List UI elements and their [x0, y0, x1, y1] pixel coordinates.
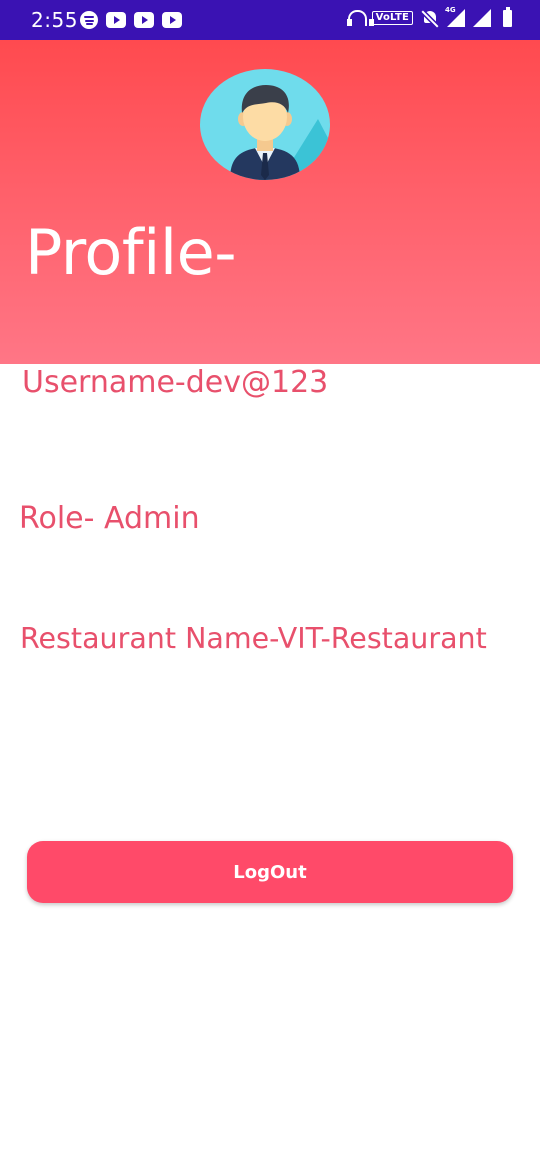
profile-header: Profile- [0, 40, 540, 364]
headset-icon [346, 9, 374, 27]
battery-icon [503, 6, 512, 27]
youtube-icon [162, 12, 182, 28]
status-indicators: VoLTE 4G [346, 6, 512, 27]
username-text: Username-dev@123 [22, 365, 329, 400]
signal-4g-icon: 4G [445, 6, 465, 27]
page-title: Profile- [25, 216, 237, 289]
volte-badge: VoLTE [371, 11, 413, 25]
spotify-icon [80, 11, 98, 29]
signal-icon [473, 9, 491, 27]
status-bar: 2:55 VoLTE 4G [0, 0, 540, 40]
user-avatar-icon [200, 69, 330, 180]
logout-button[interactable]: LogOut [27, 841, 513, 903]
bell-off-icon [421, 9, 439, 27]
status-time: 2:55 [31, 8, 78, 32]
restaurant-name-text: Restaurant Name-VIT-Restaurant [20, 622, 487, 655]
youtube-icon [106, 12, 126, 28]
role-text: Role- Admin [19, 501, 200, 536]
status-app-icons [80, 11, 182, 29]
youtube-icon [134, 12, 154, 28]
